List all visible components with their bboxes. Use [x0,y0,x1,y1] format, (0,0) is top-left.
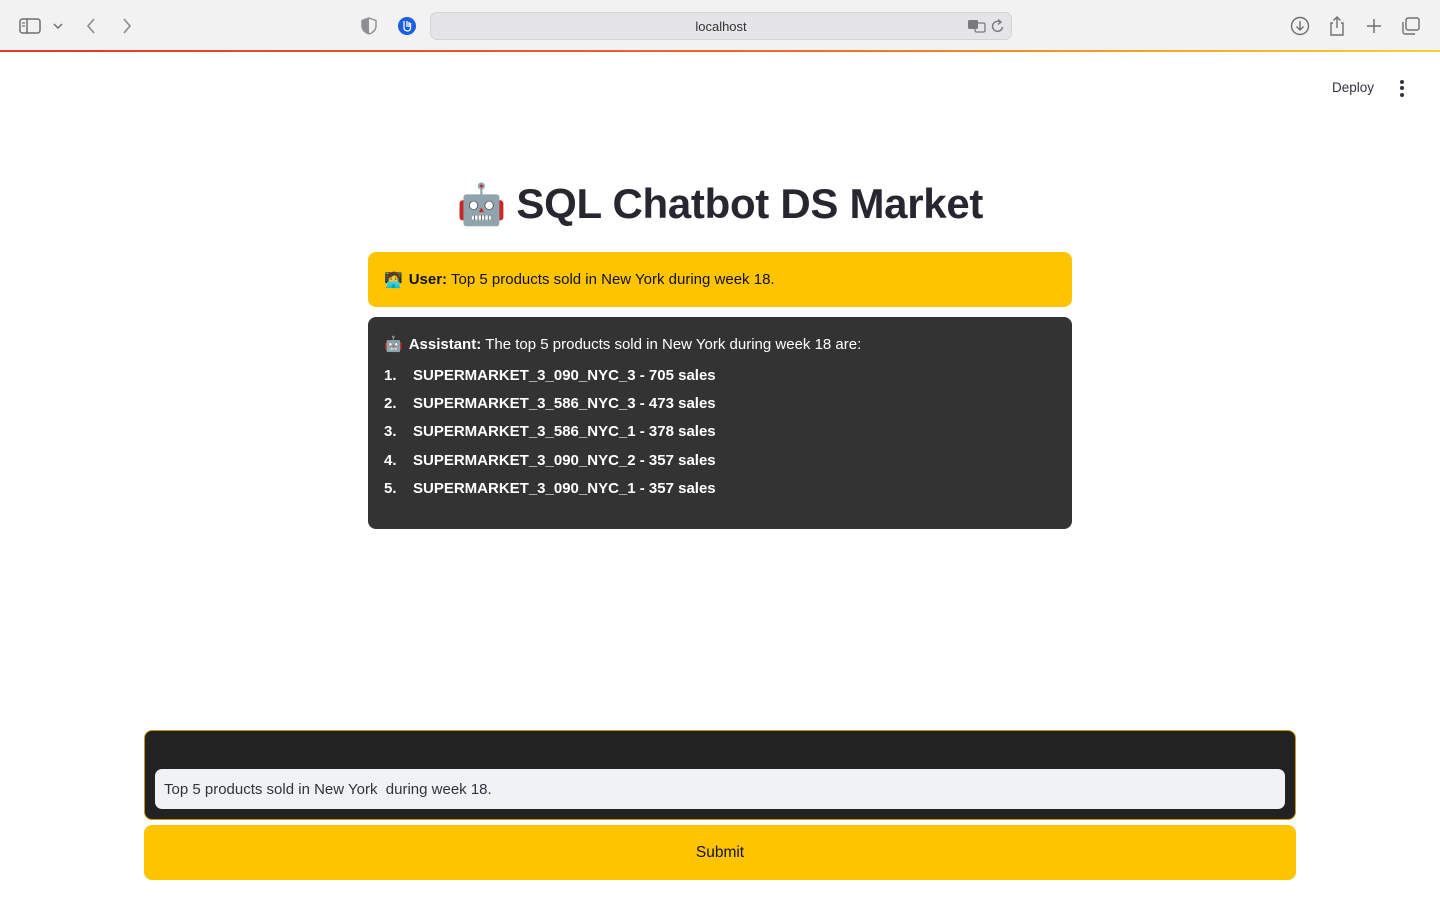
assistant-result-list: 1. SUPERMARKET_3_090_NYC_3 - 705 sales 2.… [384,361,1056,502]
list-item-number: 5. [384,479,397,497]
forward-icon[interactable] [114,13,140,39]
sidebar-icon[interactable] [17,13,43,39]
assistant-icon: 🤖 [384,336,403,353]
url-text: localhost [695,19,747,34]
query-form [144,730,1296,820]
list-item: 4. SUPERMARKET_3_090_NYC_2 - 357 sales [384,446,1056,474]
page-title: 🤖 SQL Chatbot DS Market [368,180,1072,228]
list-item-text: SUPERMARKET_3_586_NYC_1 - 378 sales [413,423,716,441]
list-item-text: SUPERMARKET_3_586_NYC_3 - 473 sales [413,394,716,412]
list-item-number: 3. [384,423,397,441]
list-item-text: SUPERMARKET_3_090_NYC_1 - 357 sales [413,479,716,497]
assistant-role-label: Assistant: [408,335,482,353]
page-load-progress [0,50,1440,52]
assistant-message: 🤖 Assistant: The top 5 products sold in … [368,317,1072,529]
tabs-overview-icon[interactable] [1398,13,1424,39]
kebab-menu-icon[interactable] [1392,76,1412,100]
shield-icon[interactable] [356,13,382,39]
list-item-number: 2. [384,394,397,412]
assistant-message-text: The top 5 products sold in New York duri… [485,335,862,353]
user-message: 🧑‍💻 User: Top 5 products sold in New Yor… [368,252,1072,307]
browser-toolbar: localhost [0,0,1440,52]
assistant-message-header: 🤖 Assistant: The top 5 products sold in … [384,333,1056,355]
address-bar[interactable]: localhost [430,12,1012,40]
list-item-text: SUPERMARKET_3_090_NYC_2 - 357 sales [413,451,716,469]
chevron-down-icon[interactable] [47,13,69,39]
deploy-button[interactable]: Deploy [1322,76,1384,100]
download-icon[interactable] [1287,13,1313,39]
submit-button[interactable]: Submit [144,825,1296,880]
list-item-text: SUPERMARKET_3_090_NYC_3 - 705 sales [413,366,716,384]
new-tab-icon[interactable] [1361,13,1387,39]
translate-icon[interactable] [967,18,987,39]
user-icon: 🧑‍💻 [384,271,403,289]
page-title-text: SQL Chatbot DS Market [516,180,984,227]
list-item: 1. SUPERMARKET_3_090_NYC_3 - 705 sales [384,361,1056,389]
back-icon[interactable] [78,13,104,39]
robot-icon: 🤖 [456,183,507,227]
reload-icon[interactable] [991,18,1005,39]
share-icon[interactable] [1324,13,1350,39]
list-item: 5. SUPERMARKET_3_090_NYC_1 - 357 sales [384,474,1056,502]
list-item-number: 4. [384,451,397,469]
extension-icon[interactable] [394,13,420,39]
list-item: 2. SUPERMARKET_3_586_NYC_3 - 473 sales [384,389,1056,417]
list-item-number: 1. [384,366,397,384]
user-message-text: Top 5 products sold in New York during w… [451,271,775,288]
user-role-label: User: [408,271,448,288]
query-input[interactable] [155,769,1285,809]
list-item: 3. SUPERMARKET_3_586_NYC_1 - 378 sales [384,418,1056,446]
